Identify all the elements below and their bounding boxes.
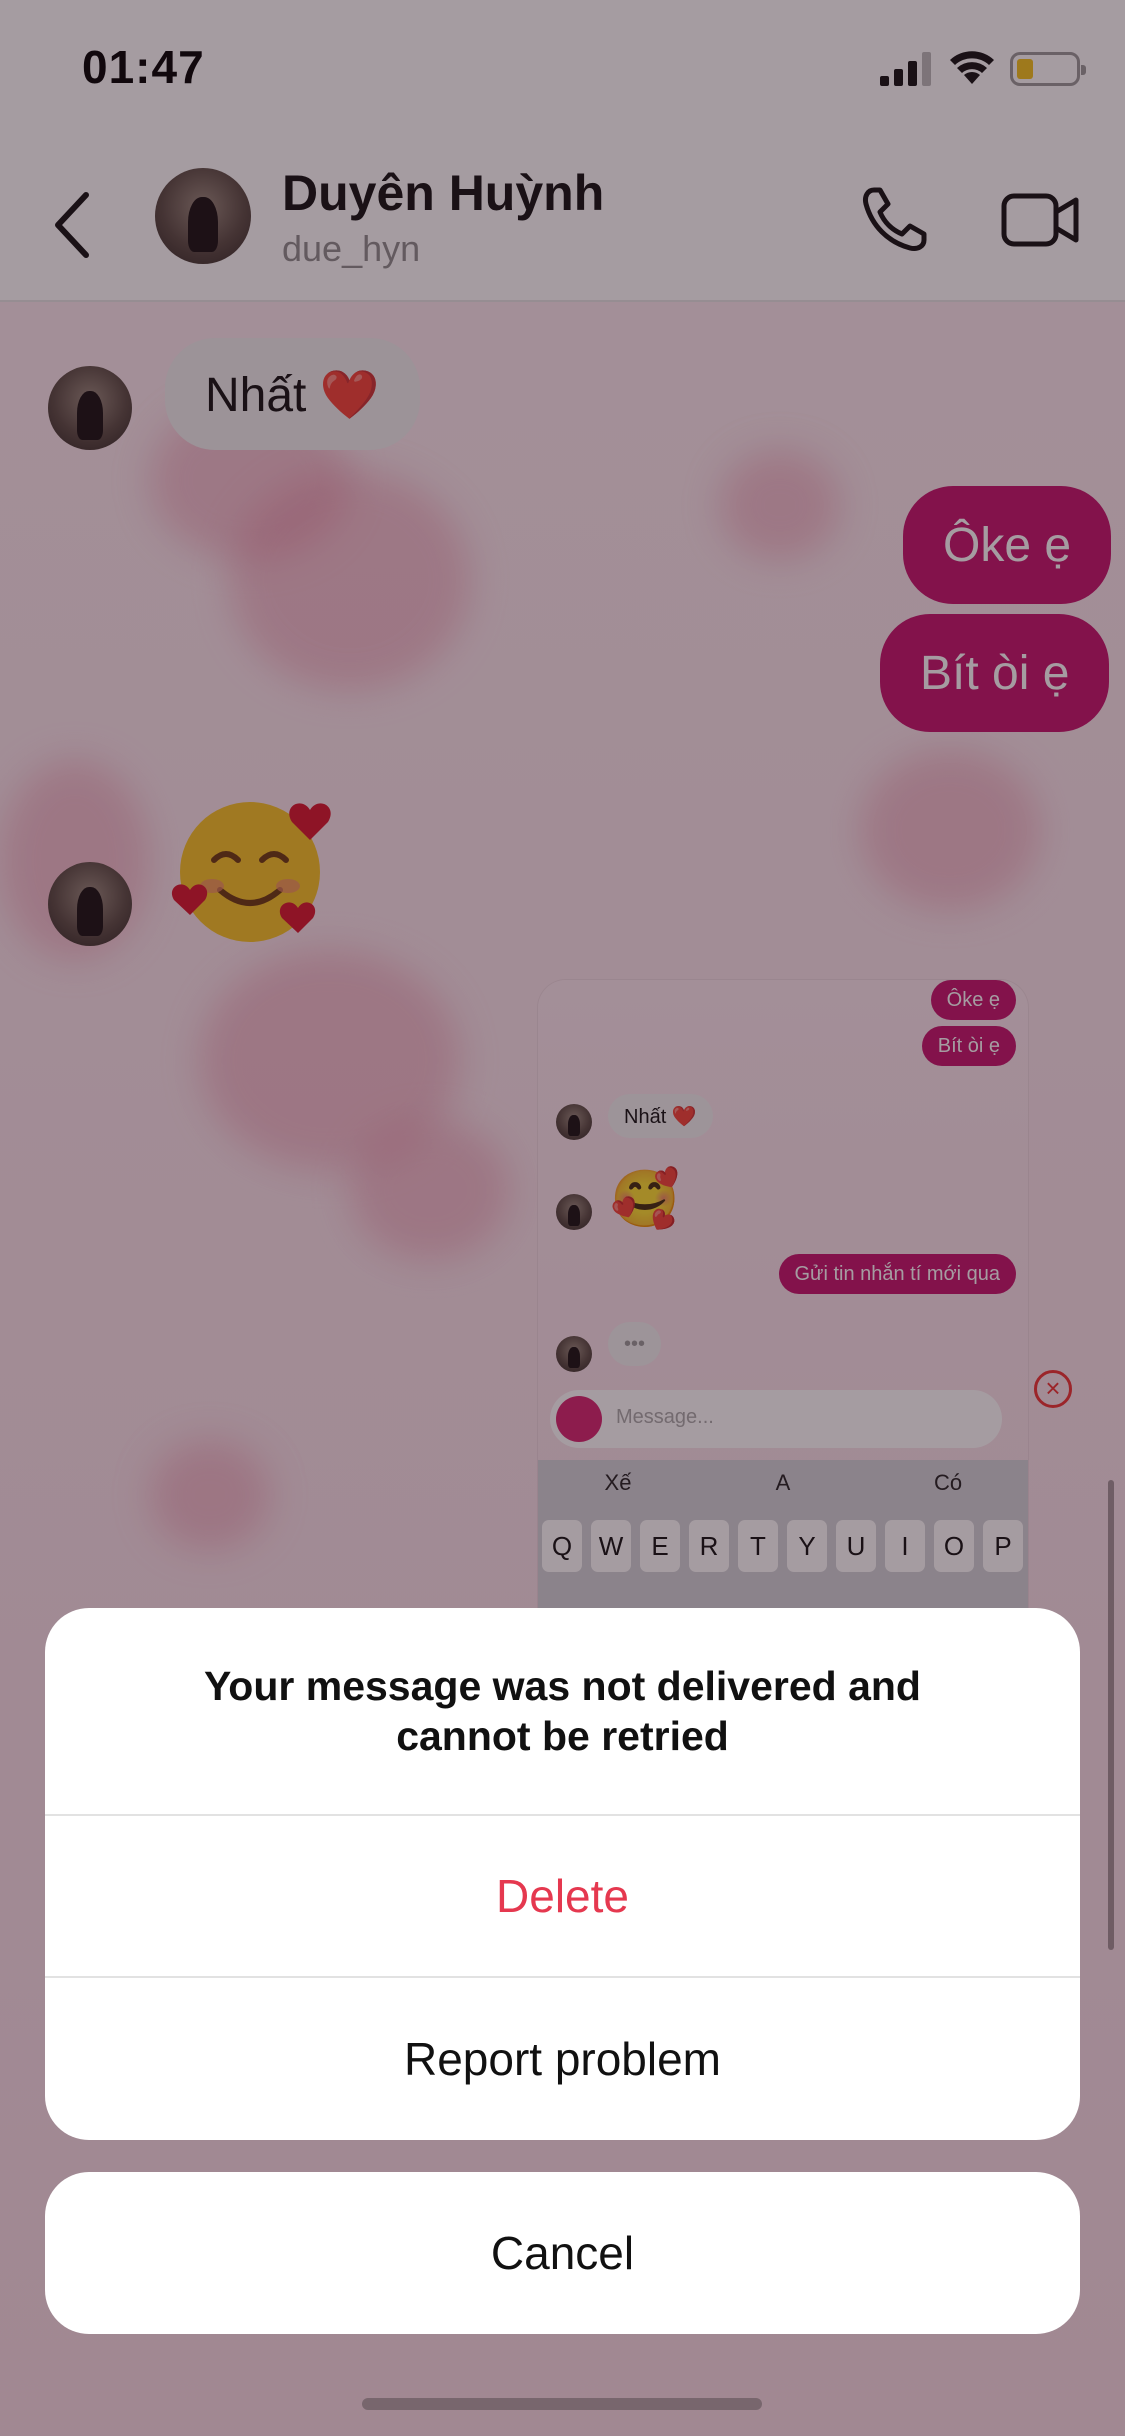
report-problem-button[interactable]: Report problem: [45, 1978, 1080, 2140]
home-indicator[interactable]: [362, 2398, 762, 2410]
action-sheet-title: Your message was not delivered and canno…: [45, 1608, 1080, 1816]
delete-button[interactable]: Delete: [45, 1816, 1080, 1978]
action-sheet: Your message was not delivered and canno…: [45, 1608, 1080, 2140]
cancel-button[interactable]: Cancel: [45, 2172, 1080, 2334]
